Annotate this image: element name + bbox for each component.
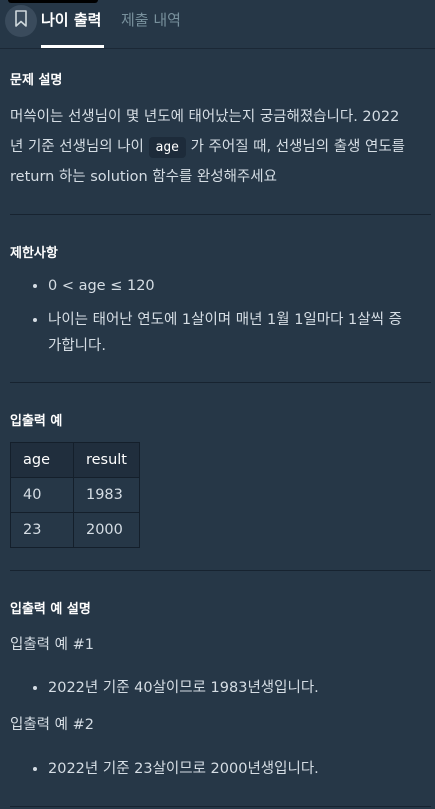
- example-2-item: 2022년 기준 23살이므로 2000년생입니다.: [48, 756, 435, 782]
- cell-result: 1983: [72, 477, 141, 513]
- bookmark-icon: [14, 10, 28, 32]
- cell-result: 2000: [72, 512, 141, 548]
- section-divider: [10, 382, 431, 383]
- constraints-heading: 제한사항: [10, 246, 58, 261]
- description-text: 머쓱이는 선생님이 몇 년도에 태어났는지 궁금해졌습니다. 2022 년 기준…: [10, 104, 435, 190]
- example-2-title: 입출력 예 #2: [10, 717, 94, 733]
- explanation-heading: 입출력 예 설명: [10, 602, 91, 617]
- section-divider: [10, 806, 431, 807]
- tab-problem-label: 나이 출력: [41, 11, 102, 29]
- description-line-2b: 가 주어질 때, 선생님의 출생 연도를: [190, 139, 406, 155]
- table-row: 23 2000: [10, 512, 141, 548]
- age-code-chip: age: [148, 137, 186, 158]
- description-line-1: 머쓱이는 선생님이 몇 년도에 태어났는지 궁금해졌습니다. 2022: [10, 109, 400, 125]
- description-line-3: return 하는 solution 함수를 완성해주세요: [10, 169, 277, 185]
- table-header-row: age result: [10, 442, 141, 478]
- cell-age: 23: [10, 512, 74, 548]
- examples-table: age result 40 1983 23 2000: [10, 442, 141, 548]
- description-line-2a: 년 기준 선생님의 나이: [10, 139, 144, 155]
- description-line-2: 년 기준 선생님의 나이 age 가 주어질 때, 선생님의 출생 연도를: [10, 134, 435, 160]
- tab-problem[interactable]: 나이 출력: [41, 0, 104, 48]
- constraint-item: 0 < age ≤ 120: [48, 273, 435, 299]
- example-1-list: 2022년 기준 40살이므로 1983년생입니다.: [10, 675, 435, 701]
- tab-submissions[interactable]: 제출 내역: [121, 0, 181, 48]
- active-tab-indicator: [41, 45, 104, 48]
- tab-submissions-label: 제출 내역: [121, 11, 181, 29]
- constraints-list: 0 < age ≤ 120 나이는 태어난 연도에 1살이며 매년 1월 1일마…: [10, 273, 435, 359]
- bookmark-button[interactable]: [5, 5, 37, 37]
- column-header-result: result: [72, 442, 141, 478]
- description-heading: 문제 설명: [10, 73, 63, 88]
- constraint-item: 나이는 태어난 연도에 1살이며 매년 1월 1일마다 1살씩 증: [48, 307, 435, 333]
- cell-age: 40: [10, 477, 74, 513]
- examples-heading: 입출력 예: [10, 414, 63, 429]
- column-header-age: age: [10, 442, 74, 478]
- table-row: 40 1983: [10, 477, 141, 513]
- example-1-title: 입출력 예 #1: [10, 637, 94, 653]
- example-1-item: 2022년 기준 40살이므로 1983년생입니다.: [48, 675, 435, 701]
- section-divider: [10, 214, 431, 215]
- constraint-item-continued: 가합니다.: [48, 338, 106, 354]
- tab-bar: 나이 출력 제출 내역: [0, 0, 435, 49]
- example-2-list: 2022년 기준 23살이므로 2000년생입니다.: [10, 756, 435, 782]
- section-divider: [10, 570, 431, 571]
